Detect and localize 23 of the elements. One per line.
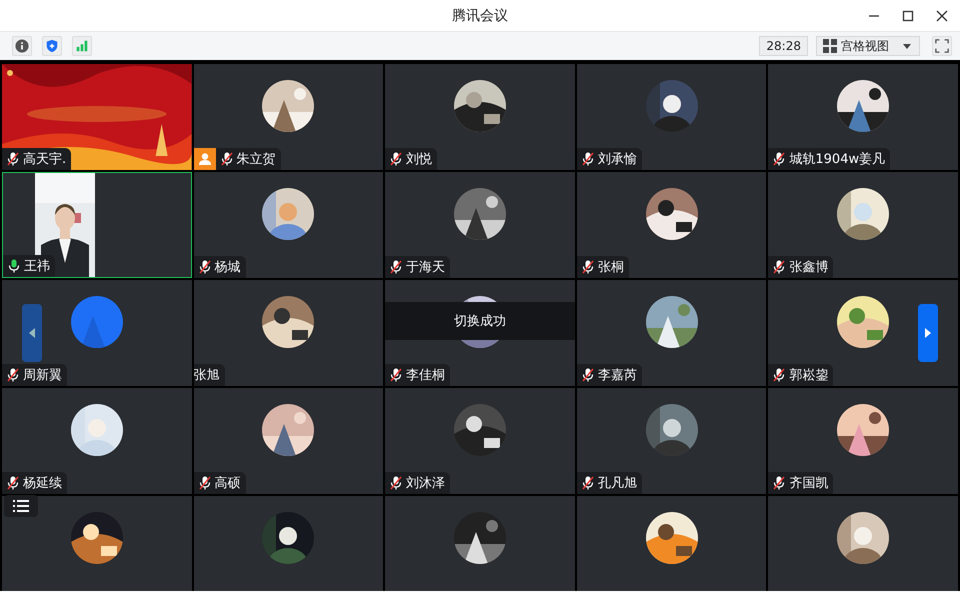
switch-toast: 切换成功 — [385, 302, 575, 340]
participant-name: 张鑫博 — [789, 259, 828, 276]
participant-name: 杨延续 — [23, 475, 62, 492]
participant-name: 李嘉芮 — [598, 367, 637, 384]
participant-name: 朱立贺 — [236, 151, 276, 168]
participant-name: 杨城 — [214, 259, 241, 276]
participant-name: 刘沐泽 — [406, 475, 446, 492]
participant-name: 李佳桐 — [406, 367, 446, 384]
participant-name: 于海天 — [406, 259, 446, 276]
participant-name: 张桐 — [598, 259, 624, 276]
participant-name: 高天宇. — [23, 151, 66, 168]
participant-name: 刘悦 — [406, 151, 432, 168]
participant-name: 张旭 — [194, 367, 220, 384]
participant-name: 刘承愉 — [598, 151, 637, 168]
window-title: 腾讯会议 — [452, 6, 508, 24]
participant-name: 郭崧鋆 — [789, 367, 828, 384]
participant-name: 高硕 — [214, 475, 241, 492]
participant-name: 周新翼 — [23, 367, 62, 384]
participant-name: 城轨1904w姜凡 — [789, 150, 886, 168]
participant-name: 孔凡旭 — [598, 475, 637, 492]
participant-name: 王祎 — [24, 258, 50, 275]
meeting-timer: 28:28 — [759, 36, 808, 56]
participant-name: 齐国凯 — [789, 475, 828, 492]
